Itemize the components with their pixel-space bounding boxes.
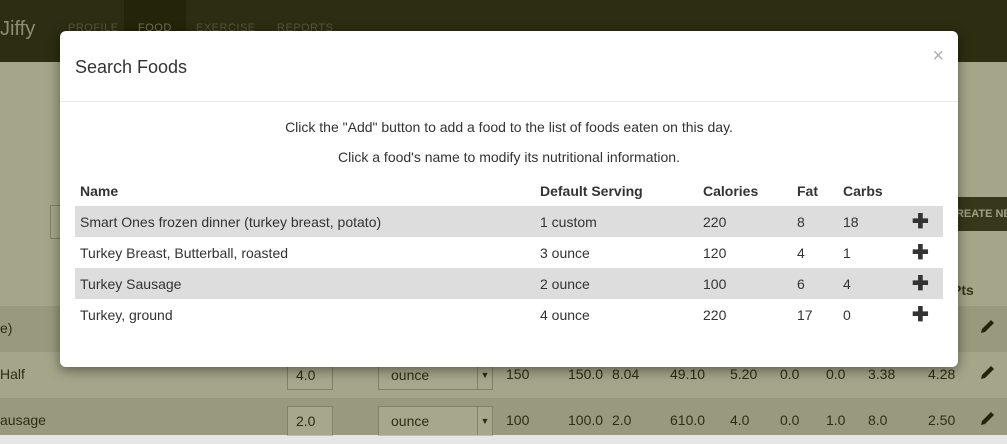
fat-cell: 6 (792, 268, 838, 299)
modal-header: Search Foods × (60, 31, 958, 102)
food-name-link[interactable]: Turkey Sausage (75, 268, 535, 299)
table-row: Turkey Breast, Butterball, roasted 3 oun… (75, 237, 943, 268)
column-header-add (907, 176, 943, 206)
serving-cell: 2 ounce (535, 268, 698, 299)
column-header-carbs: Carbs (843, 183, 883, 199)
carbs-cell: 1 (843, 244, 851, 261)
column-header-calories: Calories (703, 183, 759, 199)
calories-cell: 100 (698, 268, 792, 299)
fat-cell: 4 (797, 244, 805, 261)
modal-title: Search Foods (75, 57, 188, 77)
carbs-cell: 0 (843, 306, 851, 323)
food-name-link[interactable]: Turkey Breast, Butterball, roasted (75, 237, 535, 268)
carbs-cell: 4 (838, 268, 907, 299)
table-row: Smart Ones frozen dinner (turkey breast,… (75, 206, 943, 237)
fat-cell: 8 (792, 206, 838, 237)
table-header-row: Name Default Serving Calories Fat Carbs (75, 176, 943, 206)
column-header-fat: Fat (797, 183, 818, 199)
fat-cell: 17 (797, 306, 813, 323)
food-name-link[interactable]: Smart Ones frozen dinner (turkey breast,… (75, 206, 535, 237)
instruction-add: Click the "Add" button to add a food to … (285, 119, 733, 135)
food-name-link[interactable]: Turkey, ground (75, 299, 535, 330)
column-header-serving: Default Serving (540, 183, 643, 199)
serving-cell: 1 custom (535, 206, 698, 237)
calories-cell: 220 (698, 206, 792, 237)
column-header-name: Name (80, 183, 119, 199)
add-food-button[interactable]: ✚ (912, 273, 929, 295)
search-foods-modal: Search Foods × Click the "Add" button to… (60, 31, 958, 367)
add-food-button[interactable]: ✚ (912, 242, 929, 264)
add-food-button[interactable]: ✚ (912, 211, 929, 233)
serving-cell: 4 ounce (540, 306, 590, 323)
calories-cell: 120 (703, 244, 727, 261)
serving-cell: 3 ounce (540, 244, 590, 261)
instruction-edit: Click a food's name to modify its nutrit… (338, 149, 680, 165)
calories-cell: 220 (703, 306, 727, 323)
add-food-button[interactable]: ✚ (912, 304, 929, 326)
food-search-results: Name Default Serving Calories Fat Carbs … (75, 176, 943, 330)
table-row: Turkey, ground 4 ounce 220 17 0 ✚ (75, 299, 943, 330)
close-icon[interactable]: × (932, 45, 944, 68)
carbs-cell: 18 (838, 206, 907, 237)
table-row: Turkey Sausage 2 ounce 100 6 4 ✚ (75, 268, 943, 299)
